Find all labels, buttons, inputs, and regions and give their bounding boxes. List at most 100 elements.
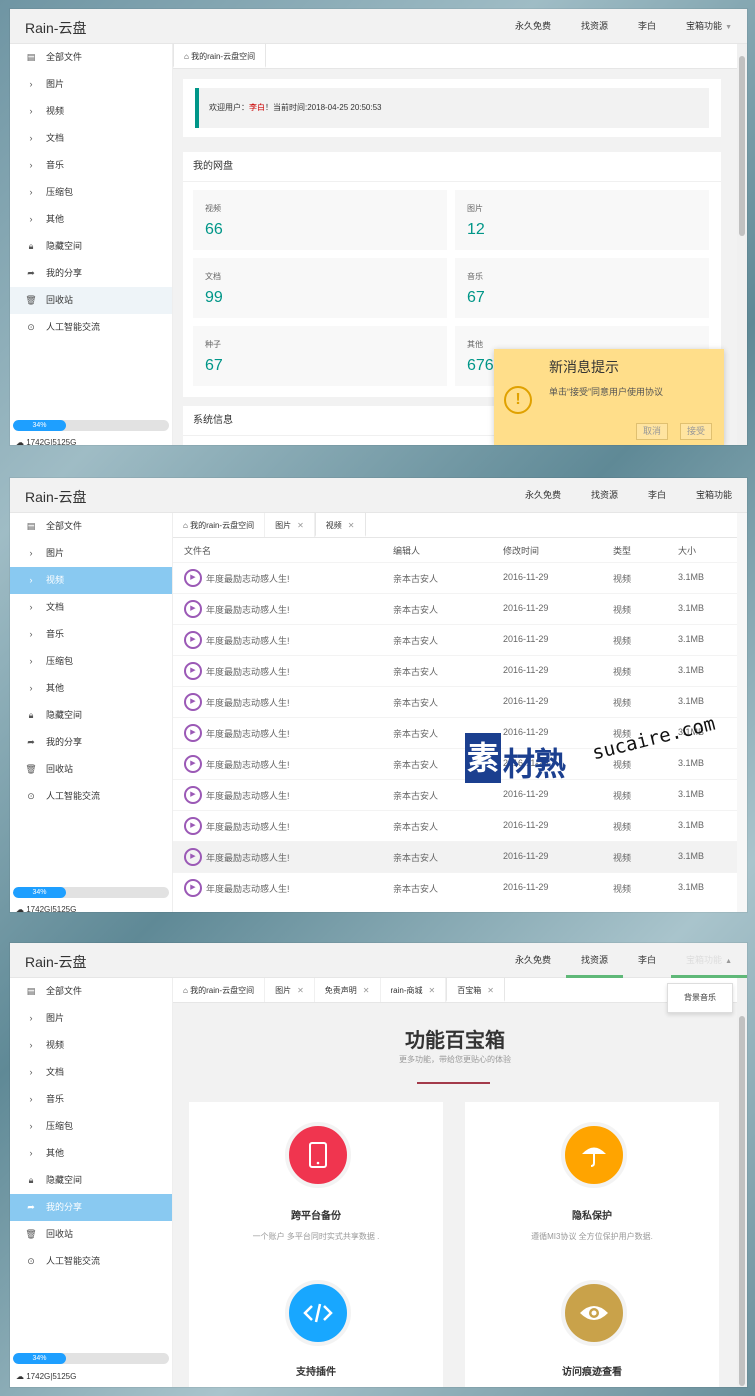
nav-user[interactable]: 李白 xyxy=(623,943,671,978)
sidebar-item-music[interactable]: › 音乐 xyxy=(10,152,172,179)
sidebar-item-ai-chat[interactable]: ⊙ 人工智能交流 xyxy=(10,314,172,341)
play-icon[interactable]: ▶ xyxy=(184,817,202,835)
play-icon[interactable]: ▶ xyxy=(184,724,202,742)
cell-filename[interactable]: 年度最励志动感人生! xyxy=(206,882,290,895)
nav-free[interactable]: 永久免费 xyxy=(500,943,566,978)
sidebar-item-archives[interactable]: › 压缩包 xyxy=(10,179,172,206)
sidebar-item-ai-chat[interactable]: ⊙ 人工智能交流 xyxy=(10,783,172,810)
sidebar-item-recycle-bin[interactable]: 🗑︎ 回收站 xyxy=(10,1221,172,1248)
feature-plugin-support[interactable]: 支持插件 xyxy=(189,1270,443,1387)
cell-filename[interactable]: 年度最励志动感人生! xyxy=(206,851,290,864)
feature-privacy-protection[interactable]: 隐私保护 遵循MI3协议 全方位保护用户数据. xyxy=(465,1102,719,1270)
play-icon[interactable]: ▶ xyxy=(184,662,202,680)
close-icon[interactable]: ✕ xyxy=(363,986,370,995)
close-icon[interactable]: ✕ xyxy=(297,986,304,995)
background-music-menu-item[interactable]: 背景音乐 xyxy=(667,983,733,1013)
sidebar-item-ai-chat[interactable]: ⊙ 人工智能交流 xyxy=(10,1248,172,1275)
sidebar-item-all-files[interactable]: ▤ 全部文件 xyxy=(10,44,172,71)
sidebar-item-archives[interactable]: › 压缩包 xyxy=(10,648,172,675)
sidebar-item-docs[interactable]: › 文档 xyxy=(10,594,172,621)
sidebar-item-my-share[interactable]: ➦ 我的分享 xyxy=(10,260,172,287)
play-icon[interactable]: ▶ xyxy=(184,569,202,587)
sidebar-item-hidden-space[interactable]: 🔒︎ 隐藏空间 xyxy=(10,1167,172,1194)
column-header-name[interactable]: 文件名 xyxy=(184,544,211,557)
table-row[interactable]: ▶ 年度最励志动感人生! 亲本古安人 2016-11-29 视频 3.1MB xyxy=(173,841,737,872)
cell-filename[interactable]: 年度最励志动感人生! xyxy=(206,789,290,802)
nav-user[interactable]: 李白 xyxy=(623,9,671,44)
table-row[interactable]: ▶ 年度最励志动感人生! 亲本古安人 2016-11-29 视频 3.1MB xyxy=(173,655,737,686)
play-icon[interactable]: ▶ xyxy=(184,693,202,711)
play-icon[interactable]: ▶ xyxy=(184,600,202,618)
cell-filename[interactable]: 年度最励志动感人生! xyxy=(206,727,290,740)
tab-images[interactable]: 图片 ✕ xyxy=(265,978,315,1002)
sidebar-item-images[interactable]: › 图片 xyxy=(10,71,172,98)
cell-filename[interactable]: 年度最励志动感人生! xyxy=(206,820,290,833)
scrollbar-thumb[interactable] xyxy=(739,1016,745,1386)
sidebar-item-hidden-space[interactable]: 🔒︎ 隐藏空间 xyxy=(10,233,172,260)
close-icon[interactable]: ✕ xyxy=(487,986,494,995)
scrollbar[interactable] xyxy=(737,978,747,1387)
stat-torrent[interactable]: 种子 67 xyxy=(193,326,447,386)
sidebar-item-videos[interactable]: › 视频 xyxy=(10,98,172,125)
tab-home[interactable]: ⌂ 我的rain-云盘空间 xyxy=(173,513,266,537)
sidebar-item-images[interactable]: › 图片 xyxy=(10,1005,172,1032)
feature-access-trace[interactable]: 访问痕迹查看 xyxy=(465,1270,719,1387)
cell-filename[interactable]: 年度最励志动感人生! xyxy=(206,696,290,709)
column-header-date[interactable]: 修改时间 xyxy=(503,544,539,557)
cell-filename[interactable]: 年度最励志动感人生! xyxy=(206,572,290,585)
sidebar-item-docs[interactable]: › 文档 xyxy=(10,1059,172,1086)
accept-button[interactable]: 接受 xyxy=(680,423,713,440)
stat-music[interactable]: 音乐 67 xyxy=(455,258,709,318)
sidebar-item-all-files[interactable]: ▤ 全部文件 xyxy=(10,513,172,540)
stat-document[interactable]: 文档 99 xyxy=(193,258,447,318)
sidebar-item-hidden-space[interactable]: 🔒︎ 隐藏空间 xyxy=(10,702,172,729)
table-row[interactable]: ▶ 年度最励志动感人生! 亲本古安人 2016-11-29 视频 3.1MB xyxy=(173,593,737,624)
sidebar-item-archives[interactable]: › 压缩包 xyxy=(10,1113,172,1140)
column-header-size[interactable]: 大小 xyxy=(678,544,696,557)
table-row[interactable]: ▶ 年度最励志动感人生! 亲本古安人 2016-11-29 视频 3.1MB xyxy=(173,810,737,841)
sidebar-item-recycle-bin[interactable]: 🗑︎ 回收站 xyxy=(10,287,172,314)
tab-home[interactable]: ⌂ 我的rain-云盘空间 xyxy=(173,978,266,1002)
nav-user[interactable]: 李白 xyxy=(633,478,681,513)
scrollbar-thumb[interactable] xyxy=(739,56,745,236)
sidebar-item-other[interactable]: › 其他 xyxy=(10,1140,172,1167)
nav-treasure[interactable]: 宝箱功能 ▲ xyxy=(671,943,747,978)
close-icon[interactable]: ✕ xyxy=(429,986,436,995)
tab-treasure-box[interactable]: 百宝箱 ✕ xyxy=(446,978,505,1002)
nav-free[interactable]: 永久免费 xyxy=(510,478,576,513)
scrollbar[interactable] xyxy=(737,44,747,445)
close-icon[interactable]: ✕ xyxy=(297,521,304,530)
nav-treasure[interactable]: 宝箱功能 ▼ xyxy=(671,9,747,44)
sidebar-item-other[interactable]: › 其他 xyxy=(10,206,172,233)
cancel-button[interactable]: 取消 xyxy=(636,423,669,440)
cell-filename[interactable]: 年度最励志动感人生! xyxy=(206,603,290,616)
tab-images[interactable]: 图片 ✕ xyxy=(265,513,315,537)
sidebar-item-other[interactable]: › 其他 xyxy=(10,675,172,702)
play-icon[interactable]: ▶ xyxy=(184,631,202,649)
scrollbar[interactable] xyxy=(737,513,747,912)
table-row[interactable]: ▶ 年度最励志动感人生! 亲本古安人 2016-11-29 视频 3.1MB xyxy=(173,562,737,593)
play-icon[interactable]: ▶ xyxy=(184,848,202,866)
play-icon[interactable]: ▶ xyxy=(184,879,202,897)
nav-find-resource[interactable]: 找资源 xyxy=(576,478,633,513)
nav-treasure[interactable]: 宝箱功能 xyxy=(681,478,747,513)
close-icon[interactable]: ✕ xyxy=(348,521,355,530)
nav-find-resource[interactable]: 找资源 xyxy=(566,9,623,44)
sidebar-item-videos[interactable]: › 视频 xyxy=(10,567,172,594)
sidebar-item-my-share[interactable]: ➦ 我的分享 xyxy=(10,729,172,756)
sidebar-item-recycle-bin[interactable]: 🗑︎ 回收站 xyxy=(10,756,172,783)
table-row[interactable]: ▶ 年度最励志动感人生! 亲本古安人 2016-11-29 视频 3.1MB xyxy=(173,872,737,903)
play-icon[interactable]: ▶ xyxy=(184,755,202,773)
table-row[interactable]: ▶ 年度最励志动感人生! 亲本古安人 2016-11-29 视频 3.1MB xyxy=(173,624,737,655)
cell-filename[interactable]: 年度最励志动感人生! xyxy=(206,758,290,771)
sidebar-item-images[interactable]: › 图片 xyxy=(10,540,172,567)
table-row[interactable]: ▶ 年度最励志动感人生! 亲本古安人 2016-11-29 视频 3.1MB xyxy=(173,686,737,717)
sidebar-item-my-share[interactable]: ➦ 我的分享 xyxy=(10,1194,172,1221)
play-icon[interactable]: ▶ xyxy=(184,786,202,804)
nav-find-resource[interactable]: 找资源 xyxy=(566,943,624,978)
stat-video[interactable]: 视频 66 xyxy=(193,190,447,250)
tab-videos[interactable]: 视频 ✕ xyxy=(314,513,366,537)
nav-free[interactable]: 永久免费 xyxy=(500,9,566,44)
sidebar-item-videos[interactable]: › 视频 xyxy=(10,1032,172,1059)
cell-filename[interactable]: 年度最励志动感人生! xyxy=(206,665,290,678)
